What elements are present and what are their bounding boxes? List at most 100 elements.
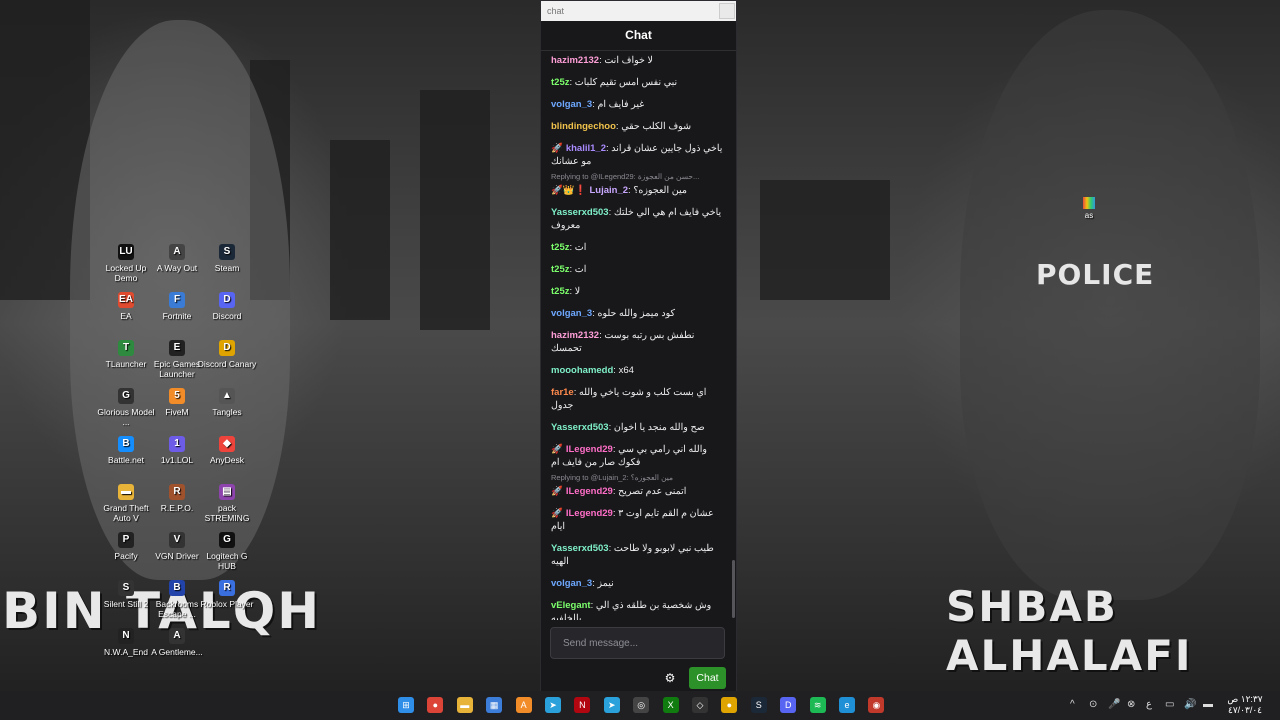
chat-username[interactable]: hazim2132 — [551, 55, 599, 66]
clock-date: ٤٧/٠٣/٠٤ — [1227, 705, 1262, 715]
tray-icon[interactable]: ⊗ — [1127, 697, 1135, 713]
desktop-icon[interactable]: G Logitech G HUB — [197, 532, 257, 571]
chat-message[interactable]: vElegant: وش شخصية بن طلقه ذي الي بالخلف… — [541, 597, 731, 620]
desktop-icon-label: Tangles — [212, 407, 242, 417]
chat-message[interactable]: 🚀 ILegend29: اتمنى عدم تصريح — [541, 483, 731, 500]
chat-header: Chat — [541, 21, 736, 51]
chat-username[interactable]: ILegend29 — [566, 444, 613, 455]
chat-username[interactable]: Yasserxd503 — [551, 543, 609, 554]
chat-username[interactable]: far1e — [551, 387, 574, 398]
telegram-icon[interactable]: ➤ — [545, 697, 561, 713]
chat-message[interactable]: Yasserxd503: طيب نبي لابوبو ولا طاحت اله… — [541, 540, 731, 570]
tray-icon[interactable]: ⊙ — [1089, 697, 1097, 713]
chat-username[interactable]: volgan_3 — [551, 308, 592, 319]
chat-username[interactable]: khalil1_2 — [566, 143, 606, 154]
tray-icon[interactable]: 🎤 — [1108, 697, 1120, 713]
desktop-icon[interactable]: D Discord Canary — [197, 340, 257, 369]
app-a-icon[interactable]: A — [515, 697, 532, 713]
fortnite-icon: F — [169, 292, 185, 308]
chat-message[interactable]: far1e: اي بست كلب و شوت ياخي والله جدول — [541, 384, 731, 414]
window-titlebar[interactable]: chat — [541, 1, 736, 21]
1v1lol-icon: 1 — [169, 436, 185, 452]
chat-username[interactable]: hazim2132 — [551, 330, 599, 341]
epic-games-icon: E — [169, 340, 185, 356]
vgn-driver-icon: V — [169, 532, 185, 548]
chat-username[interactable]: Yasserxd503 — [551, 207, 609, 218]
chat-username[interactable]: Lujain_2 — [590, 185, 629, 196]
clock-time: ١٢:٣٧ ص — [1227, 694, 1263, 704]
chat-message[interactable]: 🚀 khalil1_2: ياخي ذول جايين عشان قراند مو… — [541, 140, 731, 170]
xbox-icon[interactable]: X — [662, 697, 679, 713]
chat-message[interactable]: t25z: ات — [541, 261, 731, 278]
chat-message[interactable]: volgan_3: غير فايف ام — [541, 96, 731, 113]
chat-message[interactable]: Yasserxd503: صح والله منجد يا اخوان — [541, 419, 731, 436]
chat-username[interactable]: t25z — [551, 77, 569, 88]
taskbar: ⊞ ● ▬ ▦ A ➤ N ➤ ◎ X ◇ ● S D ≋ e ◉ ^ ⊙ 🎤 ⊗ ع ▭ 🔊 ▬ — [0, 691, 1280, 720]
obs-icon[interactable]: ◎ — [633, 697, 650, 713]
netflix-icon[interactable]: N — [574, 697, 591, 713]
tray-icon[interactable]: ع — [1146, 697, 1152, 713]
chat-username[interactable]: Yasserxd503 — [551, 422, 609, 433]
tray-icon[interactable]: 🔊 — [1184, 697, 1196, 713]
chat-username[interactable]: vElegant — [551, 600, 591, 611]
user-badge-icon: 🚀 — [551, 143, 563, 154]
chat-message[interactable]: 🚀👑❗ Lujain_2: مين العجوزه؟ — [541, 182, 731, 199]
desktop-icon[interactable]: ▤ pack STREMING — [197, 484, 257, 523]
desktop-icon-as[interactable]: as — [1080, 197, 1098, 220]
chat-message[interactable]: t25z: لا — [541, 283, 731, 300]
desktop-icon[interactable]: D Discord — [197, 292, 257, 321]
chat-username[interactable]: t25z — [551, 286, 569, 297]
chat-username[interactable]: blindingechoo — [551, 121, 616, 132]
steam-taskbar-icon[interactable]: S — [750, 697, 767, 713]
chat-message[interactable]: mooohamedd: x64 — [541, 362, 731, 379]
desktop-icon[interactable]: S Steam — [197, 244, 257, 273]
desktop-icon[interactable]: R Roblox Player — [197, 580, 257, 609]
chat-message[interactable]: volgan_3: كود ميمز والله حلوه — [541, 305, 731, 322]
chat-username[interactable]: ILegend29 — [566, 486, 613, 497]
windows-start-icon[interactable]: ⊞ — [398, 697, 414, 713]
chat-username[interactable]: ILegend29 — [566, 508, 613, 519]
game-icon[interactable]: ● — [721, 697, 738, 713]
misc-app-icon[interactable]: ◉ — [868, 697, 885, 713]
send-message-input[interactable]: Send message... — [550, 627, 725, 659]
edge-icon[interactable]: e — [839, 697, 855, 713]
reply-context: Replying to @Lujain_2: مين العجوزه؟ — [551, 473, 674, 482]
chat-message[interactable]: 🚀 ILegend29: عشان م القم تايم اوت ٣ ايام — [541, 505, 731, 535]
desktop-icon[interactable]: ◆ AnyDesk — [197, 436, 257, 465]
capcut-icon[interactable]: ◇ — [692, 697, 708, 713]
chat-username[interactable]: t25z — [551, 264, 569, 275]
chat-username[interactable]: t25z — [551, 242, 569, 253]
tray-icon[interactable]: ▬ — [1203, 697, 1213, 713]
chat-message[interactable]: Yasserxd503: ياخي فايف ام هي الي خلتك مع… — [541, 204, 731, 234]
taskbar-clock[interactable]: ١٢:٣٧ ص ٤٧/٠٣/٠٤ — [1221, 694, 1269, 716]
a-way-out-icon: A — [169, 244, 185, 260]
chat-message[interactable]: hazim2132: لا خواف انت — [541, 52, 731, 69]
chat-settings-gear-icon[interactable]: ⚙ — [664, 671, 676, 685]
chat-scrollbar[interactable] — [732, 560, 735, 618]
fivem-icon: 5 — [169, 388, 185, 404]
window-close-button[interactable] — [719, 3, 735, 19]
logitech-icon: G — [219, 532, 235, 548]
desktop-icon[interactable]: A A Gentleme... — [147, 628, 207, 657]
battlenet-icon: B — [118, 436, 134, 452]
file-explorer-icon[interactable]: ▬ — [456, 697, 473, 713]
chat-username[interactable]: mooohamedd — [551, 365, 613, 376]
tray-icon[interactable]: ▭ — [1165, 697, 1174, 713]
tray-icon[interactable]: ^ — [1070, 697, 1075, 713]
chat-message[interactable]: 🚀 ILegend29: والله اني رامي بي سي فكوك صا… — [541, 441, 731, 471]
chat-username[interactable]: volgan_3 — [551, 578, 592, 589]
desktop-icon[interactable]: ▲ Tangles — [197, 388, 257, 417]
chat-username[interactable]: volgan_3 — [551, 99, 592, 110]
chat-send-button[interactable]: Chat — [689, 667, 726, 689]
chat-message[interactable]: blindingechoo: شوف الكلب حقي — [541, 118, 731, 135]
chrome-icon[interactable]: ● — [427, 697, 444, 713]
chat-message[interactable]: t25z: ات — [541, 239, 731, 256]
discord-taskbar-icon[interactable]: D — [780, 697, 797, 713]
chat-message[interactable]: hazim2132: نطفش بس رتبه بوست تحمسك — [541, 327, 731, 357]
chat-message-list[interactable]: hazim2132: لا خواف انت t25z: نبي نفس امس … — [541, 52, 731, 620]
store-icon[interactable]: ▦ — [486, 697, 503, 713]
chat-message[interactable]: volgan_3: نيمز — [541, 575, 731, 592]
spotify-icon[interactable]: ≋ — [809, 697, 826, 713]
telegram2-icon[interactable]: ➤ — [603, 697, 620, 713]
chat-message[interactable]: t25z: نبي نفس امس تقيم كلبات — [541, 74, 731, 91]
